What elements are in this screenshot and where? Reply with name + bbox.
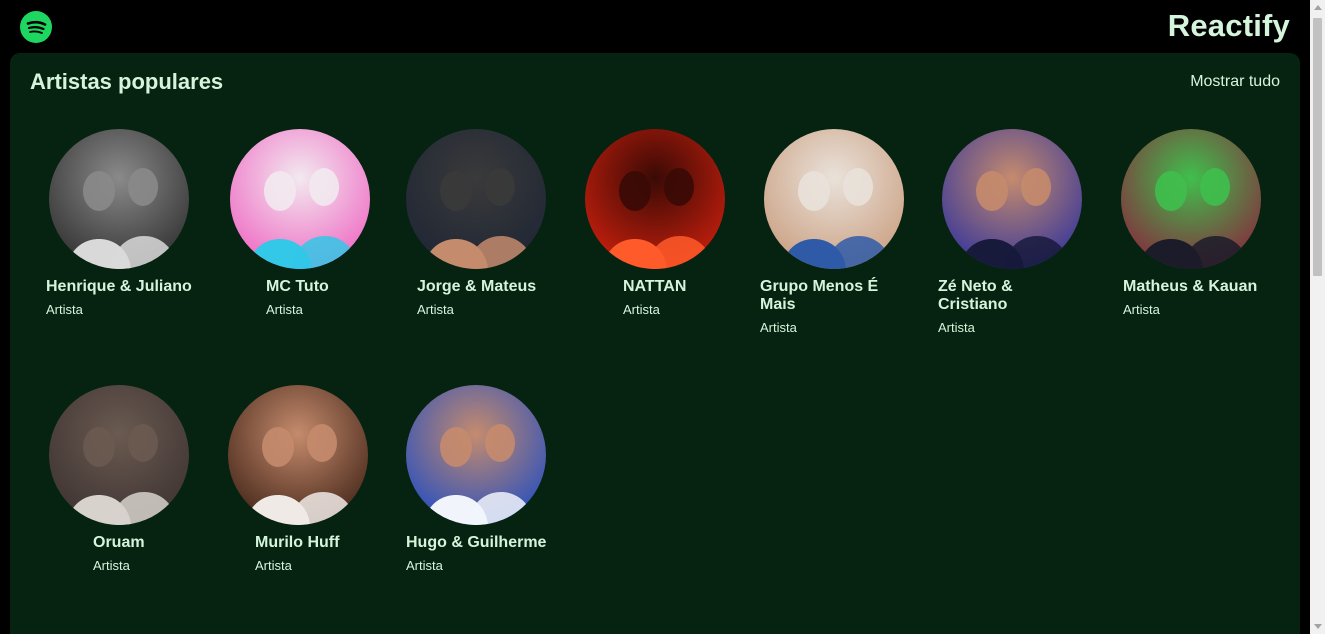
artist-name[interactable]: NATTAN (623, 278, 686, 296)
scroll-thumb[interactable] (1313, 18, 1322, 276)
artist-avatar[interactable] (49, 129, 189, 269)
artist-avatar[interactable] (230, 129, 370, 269)
artist-type-label: Artista (417, 302, 454, 317)
scroll-up-arrow-icon[interactable] (1314, 5, 1322, 10)
show-all-link[interactable]: Mostrar tudo (1190, 73, 1280, 91)
artist-name[interactable]: Hugo & Guilherme (406, 534, 546, 552)
artist-name[interactable]: Matheus & Kauan (1123, 278, 1257, 296)
artist-type-label: Artista (93, 558, 130, 573)
artist-avatar[interactable] (764, 129, 904, 269)
app-title: Reactify (1167, 8, 1290, 43)
scroll-down-arrow-icon[interactable] (1314, 624, 1322, 629)
popular-artists-panel: Artistas populares Mostrar tudo Henrique… (10, 53, 1300, 634)
artist-avatar[interactable] (406, 129, 546, 269)
artist-avatar[interactable] (942, 129, 1082, 269)
artist-type-label: Artista (1123, 302, 1160, 317)
artist-name[interactable]: Grupo Menos É Mais (760, 278, 885, 314)
artist-name[interactable]: MC Tuto (266, 278, 329, 296)
artist-avatar[interactable] (585, 129, 725, 269)
artist-avatar[interactable] (1121, 129, 1261, 269)
artist-type-label: Artista (938, 320, 975, 335)
artist-avatar[interactable] (406, 385, 546, 525)
vertical-scrollbar[interactable] (1310, 0, 1325, 634)
artist-name[interactable]: Jorge & Mateus (417, 278, 536, 296)
artist-type-label: Artista (46, 302, 83, 317)
artist-type-label: Artista (760, 320, 797, 335)
artist-name[interactable]: Oruam (93, 534, 145, 552)
spotify-icon[interactable] (20, 11, 52, 43)
artist-name[interactable]: Zé Neto & Cristiano (938, 278, 1063, 314)
artist-type-label: Artista (255, 558, 292, 573)
artist-avatar[interactable] (228, 385, 368, 525)
artist-avatar[interactable] (49, 385, 189, 525)
artist-type-label: Artista (406, 558, 443, 573)
artist-name[interactable]: Murilo Huff (255, 534, 339, 552)
section-title: Artistas populares (30, 69, 224, 94)
artist-type-label: Artista (266, 302, 303, 317)
top-bar: Reactify (0, 0, 1310, 52)
artist-name[interactable]: Henrique & Juliano (46, 278, 192, 296)
artist-type-label: Artista (623, 302, 660, 317)
